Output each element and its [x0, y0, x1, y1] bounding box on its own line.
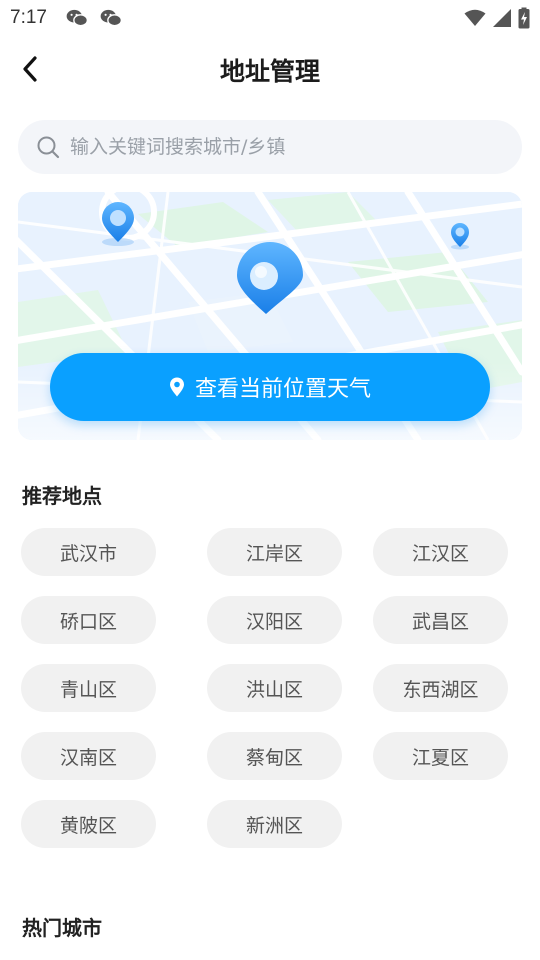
recommended-chip[interactable]: 新洲区	[207, 800, 342, 848]
recommended-chip[interactable]: 江岸区	[207, 528, 342, 576]
recommended-chip[interactable]: 江夏区	[373, 732, 508, 780]
header: 地址管理	[0, 36, 540, 102]
recommended-chip[interactable]: 青山区	[21, 664, 156, 712]
search-bar[interactable]	[18, 120, 522, 174]
hot-cities-title: 热门城市	[22, 916, 102, 940]
recommended-chip[interactable]: 硚口区	[21, 596, 156, 644]
location-pin-icon	[169, 377, 184, 397]
recommended-chip[interactable]: 东西湖区	[373, 664, 508, 712]
recommended-title: 推荐地点	[22, 484, 102, 508]
recommended-chip[interactable]: 洪山区	[207, 664, 342, 712]
current-location-weather-button[interactable]: 查看当前位置天气	[50, 353, 490, 421]
signal-icon	[493, 9, 511, 27]
recommended-chip[interactable]: 武汉市	[21, 528, 156, 576]
page-title: 地址管理	[219, 57, 320, 86]
wifi-icon	[464, 9, 486, 26]
recommended-chip[interactable]: 汉南区	[21, 732, 156, 780]
wechat-icon	[66, 9, 88, 27]
map-pin-small-left	[102, 202, 134, 246]
recommended-chip[interactable]: 蔡甸区	[207, 732, 342, 780]
system-status-icons	[464, 7, 530, 29]
recommended-chip[interactable]: 武昌区	[373, 596, 508, 644]
map-pin-small-right	[451, 223, 469, 250]
search-icon	[37, 136, 60, 159]
battery-charging-icon	[518, 7, 530, 29]
search-input[interactable]	[70, 120, 500, 174]
wechat-icon	[100, 9, 122, 27]
status-time: 7:17	[10, 7, 47, 28]
recommended-chip[interactable]: 汉阳区	[207, 596, 342, 644]
current-location-weather-label: 查看当前位置天气	[194, 377, 371, 402]
current-location-map-card: 查看当前位置天气	[18, 192, 522, 440]
status-bar: 7:17	[0, 0, 540, 36]
recommended-chip[interactable]: 江汉区	[373, 528, 508, 576]
recommended-chip[interactable]: 黄陂区	[21, 800, 156, 848]
